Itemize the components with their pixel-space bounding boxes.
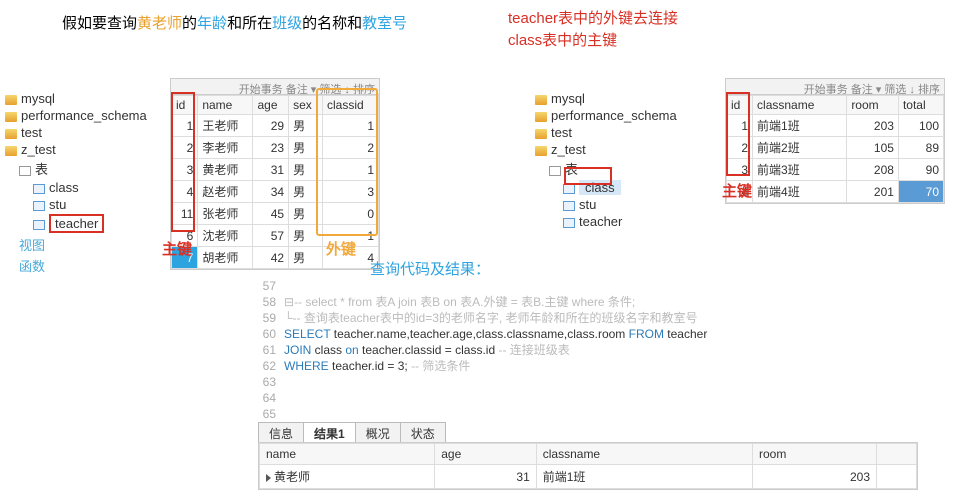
question-title: 假如要查询黄老师的年龄和所在班级的名称和教室号 (62, 12, 407, 33)
explanation-title: teacher表中的外键去连接class表中的主键 (508, 8, 678, 52)
db-tree-left[interactable]: mysql performance_schema test z_test 表 c… (5, 90, 147, 276)
section-title: 查询代码及结果： (370, 258, 490, 279)
grid-toolbar[interactable]: 开始事务 备注 ▾ 筛选 ↓ 排序 (726, 79, 944, 95)
db-icon (535, 95, 547, 105)
class-table[interactable]: 开始事务 备注 ▾ 筛选 ↓ 排序 idclassnameroomtotal 1… (725, 78, 945, 204)
db-icon (5, 112, 17, 122)
tab-status[interactable]: 状态 (400, 422, 446, 444)
table-row[interactable]: 11张老师45男0 (172, 203, 379, 225)
db-icon (5, 146, 17, 156)
db-icon (5, 95, 17, 105)
db-icon (535, 129, 547, 139)
table-row[interactable]: 3前端3班20890 (727, 159, 944, 181)
tab-info[interactable]: 信息 (258, 422, 304, 444)
table-row[interactable]: 1前端1班203100 (727, 115, 944, 137)
db-tree-right[interactable]: mysql performance_schema test z_test 表 c… (535, 90, 677, 230)
folder-icon (19, 166, 31, 176)
label-pk-right: 主键 (722, 180, 752, 201)
db-icon (535, 112, 547, 122)
tree-item-class[interactable]: class (579, 180, 621, 195)
sql-editor[interactable]: 57 58⊟-- select * from 表A join 表B on 表A.… (248, 278, 918, 438)
table-header-row: idnameagesexclassid (172, 96, 379, 115)
table-row[interactable]: 4赵老师34男3 (172, 181, 379, 203)
result-row[interactable]: 黄老师 31 前端1班 203 (260, 465, 917, 489)
result-header: nameageclassnameroom (260, 444, 917, 465)
table-row[interactable]: 2前端2班10589 (727, 137, 944, 159)
tab-result1[interactable]: 结果1 (303, 422, 356, 444)
db-icon (5, 129, 17, 139)
table-icon (563, 218, 575, 228)
table-icon (563, 201, 575, 211)
row-marker-icon (266, 474, 271, 482)
table-row[interactable]: 1王老师29男1 (172, 115, 379, 137)
tree-item-teacher[interactable]: teacher (49, 214, 104, 233)
table-icon (563, 184, 575, 194)
table-row[interactable]: 3黄老师31男1 (172, 159, 379, 181)
table-header-row: idclassnameroomtotal (727, 96, 944, 115)
result-grid[interactable]: nameageclassnameroom 黄老师 31 前端1班 203 (258, 442, 918, 490)
db-icon (535, 146, 547, 156)
table-icon (33, 201, 45, 211)
result-tabs[interactable]: 信息结果1概况状态 (258, 422, 445, 444)
folder-icon (549, 166, 561, 176)
label-fk: 外键 (326, 238, 356, 259)
table-row[interactable]: 4前端4班20170 (727, 181, 944, 203)
tab-profile[interactable]: 概况 (355, 422, 401, 444)
table-icon (33, 184, 45, 194)
label-pk-left: 主键 (162, 238, 192, 259)
table-icon (33, 220, 45, 230)
grid-toolbar[interactable]: 开始事务 备注 ▾ 筛选 ↓ 排序 (171, 79, 379, 95)
table-row[interactable]: 2李老师23男2 (172, 137, 379, 159)
